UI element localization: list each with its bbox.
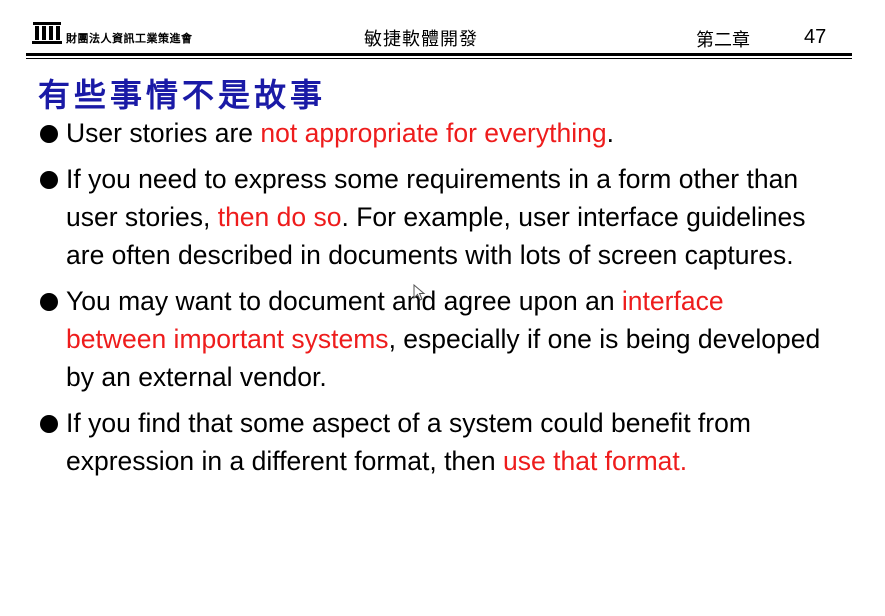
bullet-item: If you find that some aspect of a system…: [40, 404, 830, 480]
bullet-highlight: then do so: [217, 202, 342, 232]
header-divider-thin: [26, 58, 852, 59]
bullet-highlight: use that format.: [503, 446, 688, 476]
bullet-item: User stories are not appropriate for eve…: [40, 114, 830, 152]
bullet-text: .: [606, 118, 614, 148]
bullet-dot-icon: [40, 415, 58, 433]
slide-title: 有些事情不是故事: [38, 76, 327, 114]
bullet-text: User stories are: [66, 118, 261, 148]
organization-name: 財團法人資訊工業策進會: [66, 32, 193, 45]
bullet-item: You may want to document and agree upon …: [40, 282, 830, 396]
bullet-text: You may want to document and agree upon …: [66, 286, 622, 316]
slide-header: 財團法人資訊工業策進會 敏捷軟體開發 第二章 47: [26, 18, 856, 58]
institution-pillars-icon: [32, 22, 62, 44]
bullet-dot-icon: [40, 293, 58, 311]
slide: 財團法人資訊工業策進會 敏捷軟體開發 第二章 47 有些事情不是故事 User …: [0, 0, 885, 616]
bullet-item: If you need to express some requirements…: [40, 160, 830, 274]
bullet-list: User stories are not appropriate for eve…: [40, 114, 830, 488]
bullet-dot-icon: [40, 171, 58, 189]
bullet-dot-icon: [40, 125, 58, 143]
header-divider-thick: [26, 53, 852, 56]
page-number: 47: [804, 26, 827, 48]
mouse-cursor-icon: [413, 284, 426, 301]
chapter-label: 第二章: [696, 30, 750, 51]
bullet-highlight: not appropriate for everything: [260, 118, 607, 148]
course-title: 敏捷軟體開發: [364, 29, 478, 50]
